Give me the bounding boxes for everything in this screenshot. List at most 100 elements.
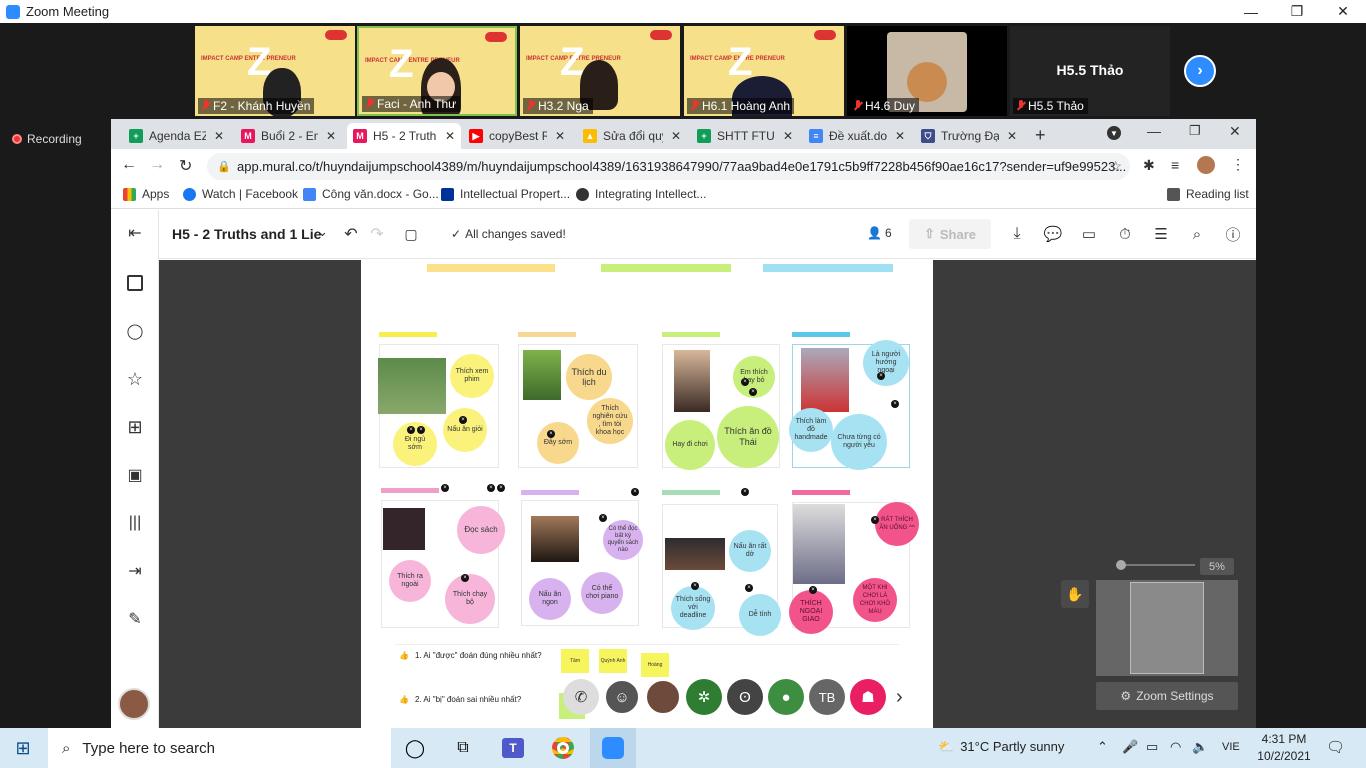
browser-tab[interactable]: ▲ Sửa đổi quy ✕ <box>577 123 687 149</box>
close-tab-icon[interactable]: ✕ <box>553 129 567 143</box>
zoom-slider-track[interactable] <box>1119 564 1195 566</box>
sticky-note[interactable]: Tâm <box>561 649 589 673</box>
timer-icon[interactable]: ⏱ <box>1113 222 1137 246</box>
sticky-note[interactable]: Hoàng <box>641 653 669 677</box>
bookmark-integrating[interactable]: Integrating Intellect... <box>576 187 706 201</box>
bear-avatar-icon[interactable]: ● <box>768 679 804 715</box>
close-tab-icon[interactable]: ✕ <box>324 129 338 143</box>
vote-dot[interactable]: × <box>407 426 415 434</box>
fact-bubble[interactable]: Có thể chơi piano <box>581 572 623 614</box>
language-indicator[interactable]: VIE <box>1222 741 1240 753</box>
browser-tab[interactable]: + Agenda EZ ✕ <box>123 123 230 149</box>
profile-avatar[interactable] <box>1197 156 1215 174</box>
outline-icon[interactable]: ▢ <box>399 222 423 246</box>
reading-list[interactable]: Reading list <box>1167 187 1249 201</box>
chat-icon[interactable]: ▭ <box>1077 222 1101 246</box>
members-button[interactable]: 👤 6 <box>867 226 892 240</box>
mural-title[interactable]: H5 - 2 Truths and 1 Lie <box>172 226 321 242</box>
maximize-button[interactable]: ❐ <box>1274 0 1320 23</box>
fact-bubble[interactable]: Thích ra ngoài <box>389 560 431 602</box>
participant-tile[interactable]: H4.6 Duy <box>847 26 1007 116</box>
sticky-note-icon[interactable] <box>124 272 146 294</box>
vote-dot[interactable]: × <box>417 426 425 434</box>
fact-bubble[interactable]: RẤT THÍCH ĂN UỐNG ^^ <box>875 502 919 546</box>
fact-bubble[interactable]: Thích làm đồ handmade <box>789 408 833 452</box>
help-icon[interactable]: ⓘ <box>1221 222 1245 246</box>
address-bar[interactable]: 🔒 app.mural.co/t/huyndaijumpschool4389/m… <box>207 153 1130 180</box>
vote-dot[interactable]: × <box>441 484 449 492</box>
monster-avatar-icon[interactable]: ☗ <box>850 679 886 715</box>
chrome-close-button[interactable]: ✕ <box>1229 123 1241 140</box>
cortana-icon[interactable]: ◯ <box>392 728 438 768</box>
recording-indicator[interactable]: Recording <box>12 132 82 146</box>
emoji-icon[interactable]: ☺ <box>604 679 640 715</box>
vote-dot[interactable]: × <box>461 574 469 582</box>
wifi-icon[interactable]: ◠ <box>1170 739 1181 755</box>
chevron-down-icon[interactable]: ⌄ <box>317 224 328 240</box>
zoom-taskbar-icon[interactable] <box>590 728 636 768</box>
vote-dot[interactable]: × <box>745 584 753 592</box>
fact-bubble[interactable]: Nấu ăn giỏi <box>443 408 487 452</box>
close-button[interactable]: ✕ <box>1320 0 1366 23</box>
fact-bubble[interactable]: Nấu ăn rất dở <box>729 530 771 572</box>
mural-canvas[interactable]: Thích xem phim Nấu ăn giỏi Đi ngủ sớm Th… <box>159 260 1256 728</box>
teams-icon[interactable]: T <box>490 728 536 768</box>
new-tab-icon[interactable]: + <box>1035 125 1046 146</box>
browser-tab[interactable]: + SHTT FTU ✕ <box>691 123 799 149</box>
fact-bubble[interactable]: THÍCH NGOẠI GIAO <box>789 590 833 634</box>
vote-dot[interactable]: × <box>741 488 749 496</box>
browser-tab-active[interactable]: M H5 - 2 Truth ✕ <box>347 123 461 149</box>
fact-bubble[interactable]: Có thể đọc bất kỳ quyển sách nào <box>603 520 643 560</box>
minimize-button[interactable]: — <box>1228 0 1274 23</box>
fact-bubble[interactable]: Thích chạy bộ <box>445 574 495 624</box>
participant-avatar[interactable] <box>645 679 681 715</box>
fact-bubble[interactable]: Đây sớm <box>537 422 579 464</box>
download-icon[interactable]: ⤓ <box>1005 222 1029 246</box>
participant-tile[interactable]: IMPACT CAMP ENTRE PRENEUR Z F2 - Khánh H… <box>195 26 355 116</box>
fact-bubble[interactable]: Đi ngủ sớm <box>393 422 437 466</box>
collapse-icon[interactable]: ⇤ <box>124 222 146 244</box>
extensions-icon[interactable]: ✱ <box>1143 157 1155 174</box>
windows-start-icon[interactable]: ⊞ <box>0 728 46 768</box>
fact-bubble[interactable]: Thích sống với deadline <box>671 586 715 630</box>
koala-avatar-icon[interactable]: ʘ <box>727 679 763 715</box>
browser-tab[interactable]: ▶ copyBest Re ✕ <box>463 123 571 149</box>
battery-icon[interactable]: ▭ <box>1146 739 1158 755</box>
bookmark-apps[interactable]: Apps <box>123 187 169 201</box>
bookmark-facebook[interactable]: Watch | Facebook <box>183 187 298 201</box>
next-page-icon[interactable]: › <box>1184 55 1216 87</box>
bookmark-cong-van[interactable]: Công văn.docx - Go... <box>303 187 439 201</box>
vote-dot[interactable]: × <box>599 514 607 522</box>
fact-bubble[interactable]: Dễ tính <box>739 594 781 636</box>
reload-icon[interactable]: ↻ <box>179 156 192 176</box>
minimap[interactable] <box>1096 580 1238 676</box>
star-icon[interactable]: ☆ <box>124 368 146 390</box>
chrome-minimize-button[interactable]: — <box>1147 123 1161 139</box>
clock[interactable]: 4:31 PM 10/2/2021 <box>1254 731 1314 765</box>
vote-dot[interactable]: × <box>741 378 749 386</box>
forward-icon[interactable]: → <box>149 156 165 174</box>
chevron-up-icon[interactable]: ⌃ <box>1097 739 1108 755</box>
vote-dot[interactable]: × <box>809 586 817 594</box>
vote-dot[interactable]: × <box>871 516 879 524</box>
chrome-maximize-button[interactable]: ❐ <box>1189 123 1201 139</box>
initials-avatar[interactable]: TB <box>809 679 845 715</box>
hand-tool-icon[interactable]: ✋ <box>1061 580 1089 608</box>
pencil-icon[interactable]: ✎ <box>124 608 146 630</box>
vote-dot[interactable]: × <box>459 416 467 424</box>
tab-search-icon[interactable]: ▼ <box>1107 126 1121 140</box>
vote-dot[interactable]: × <box>891 400 899 408</box>
shapes-icon[interactable]: ◯ <box>124 320 146 342</box>
close-tab-icon[interactable]: ✕ <box>781 129 795 143</box>
weather-widget[interactable]: ⛅ 31°C Partly sunny <box>938 739 1064 755</box>
menu-icon[interactable]: ⋮ <box>1231 156 1245 173</box>
close-tab-icon[interactable]: ✕ <box>669 129 683 143</box>
vote-dot[interactable]: × <box>487 484 495 492</box>
grid-icon[interactable]: ⊞ <box>124 416 146 438</box>
vote-dot[interactable]: × <box>691 582 699 590</box>
browser-tab[interactable]: ≡ Đề xuất.do ✕ <box>803 123 911 149</box>
fact-bubble[interactable]: Thích xem phim <box>450 354 494 398</box>
close-tab-icon[interactable]: ✕ <box>893 129 907 143</box>
vote-dot[interactable]: × <box>547 430 555 438</box>
fact-bubble[interactable]: Chưa từng có người yêu <box>831 414 887 470</box>
